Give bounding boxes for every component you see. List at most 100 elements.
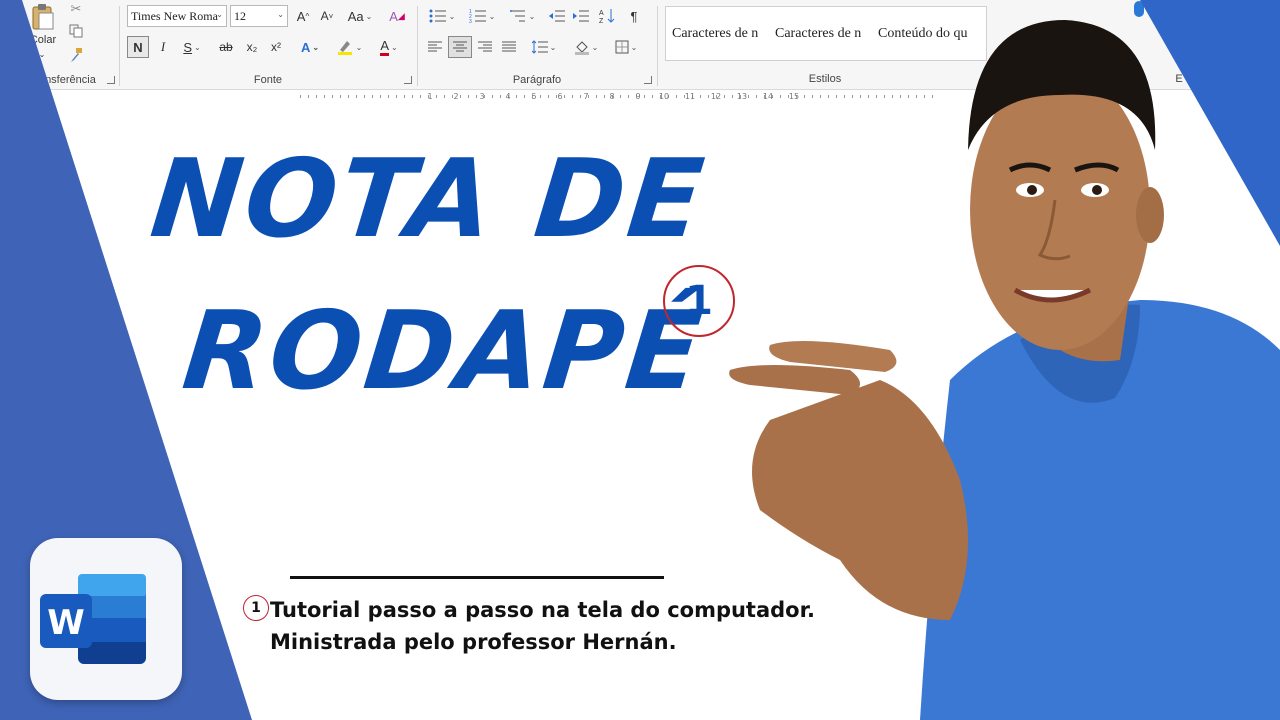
justify-button[interactable] [498,36,520,58]
ruler-number: 8 [609,92,615,101]
ruler-number: 4 [505,92,511,101]
clipboard-group: Colar ⌄ ✂ e Transferência [0,0,118,90]
ruler-tick [444,95,445,98]
change-case-button[interactable]: Aa ⌄ [344,5,376,27]
ruler-tick [492,95,493,98]
grow-font-button[interactable]: A ^ [293,5,313,27]
font-name-value: Times New Roma [131,8,218,23]
clipboard-launcher[interactable] [107,76,115,84]
ruler-number: 3 [479,92,485,101]
brush-icon[interactable] [66,46,86,64]
ruler-tick [604,95,605,98]
scissors-icon[interactable]: ✂ [66,0,86,18]
ruler-tick [420,95,421,98]
ruler-tick [580,95,581,98]
line-spacing-button[interactable]: ⌄ [526,36,562,58]
ruler-tick [316,95,317,98]
ruler-tick [300,95,301,98]
ruler-tick [308,95,309,98]
paragraph-launcher[interactable] [644,76,652,84]
ruler-tick [644,95,645,98]
footnote-reference-marker: 1 [663,265,735,337]
bullets-button[interactable]: ⌄ [424,5,460,27]
underline-button[interactable]: S ⌄ [176,36,208,58]
sort-button[interactable]: AZ [596,5,618,27]
ruler-tick [436,95,437,98]
align-center-button[interactable] [448,36,472,58]
pointing-finger-lower [729,365,860,395]
ruler-tick [572,95,573,98]
font-color-label: A [380,38,389,56]
align-right-button[interactable] [474,36,496,58]
font-name-combo[interactable]: Times New Roma ⌄ [127,5,227,27]
word-logo-letter: W [47,603,85,643]
ruler-number: 2 [453,92,459,101]
ruler-tick [364,95,365,98]
decrease-indent-button[interactable] [546,5,568,27]
paste-dropdown-arrow[interactable]: ⌄ [34,48,50,60]
highlight-button[interactable]: ⌄ [332,36,366,58]
separator [657,6,658,86]
ruler-tick [468,95,469,98]
shrink-font-button[interactable]: A ˅ [317,5,337,27]
ruler-tick [356,95,357,98]
footnote-separator [290,576,664,579]
bold-button[interactable]: N [127,36,149,58]
font-group: Times New Roma ⌄ 12 ⌄ A ^ A ˅ Aa ⌄ A ◢ N I S ⌄ … [120,0,416,90]
shading-button[interactable]: ⌄ [568,36,604,58]
italic-button[interactable]: I [153,36,173,58]
chevron-down-icon: ⌄ [216,10,223,19]
pupil-left [1027,185,1037,195]
numbering-button[interactable]: 1 2 3 ⌄ [464,5,500,27]
borders-button[interactable]: ⌄ [608,36,644,58]
subscript-button[interactable]: x₂ [242,36,262,58]
ruler-tick [540,95,541,98]
superscript-button[interactable]: x² [266,36,286,58]
ruler-tick [404,95,405,98]
ear [1136,187,1164,243]
ruler-tick [564,95,565,98]
word-logo-icon: W [30,538,182,700]
headline-line-1: NOTA DE [145,137,712,262]
footnote-marker: 1 [243,595,269,621]
ruler-tick [500,95,501,98]
ruler-tick [652,95,653,98]
paste-button[interactable]: Colar [20,32,66,48]
ruler-number: 7 [583,92,589,101]
font-launcher[interactable] [404,76,412,84]
text-effects-label: A [300,39,311,55]
font-size-combo[interactable]: 12 ⌄ [230,5,288,27]
chevron-down-icon: ⌄ [277,10,284,19]
ruler-tick [708,95,709,98]
align-left-button[interactable] [424,36,446,58]
ruler-tick [516,95,517,98]
pupil-right [1092,185,1102,195]
strikethrough-button[interactable]: ab [214,36,238,58]
ruler-number: 11 [684,92,696,101]
paste-icon[interactable] [22,2,64,32]
text-effects-button[interactable]: A ⌄ [294,36,326,58]
svg-text:3: 3 [469,19,472,23]
font-size-value: 12 [234,8,246,23]
ruler-tick [332,95,333,98]
increase-indent-button[interactable] [570,5,592,27]
grow-font-label: A [296,8,306,24]
ruler-tick [324,95,325,98]
multilevel-list-button[interactable]: ⌄ [504,5,540,27]
ruler-tick [380,95,381,98]
pilcrow-button[interactable]: ¶ [624,5,644,27]
paragraph-group: ⌄ 1 2 3 ⌄ ⌄ AZ ¶ ⌄ ⌄ ⌄ Parágrafo [418,0,656,90]
svg-text:A: A [599,10,604,17]
ruler-tick [596,95,597,98]
eraser-a-icon[interactable]: A ◢ [386,5,408,27]
footnote-text-line-1: Tutorial passo a passo na tela do comput… [270,598,815,622]
ruler-number: 5 [531,92,537,101]
ruler-tick [340,95,341,98]
copy-icon[interactable] [66,22,86,40]
hand [752,380,968,620]
font-color-button[interactable]: A ⌄ [372,36,406,58]
shrink-font-label: A [320,9,329,23]
ruler-tick [628,95,629,98]
underline-label: S [183,39,192,55]
svg-text:Z: Z [599,18,604,24]
